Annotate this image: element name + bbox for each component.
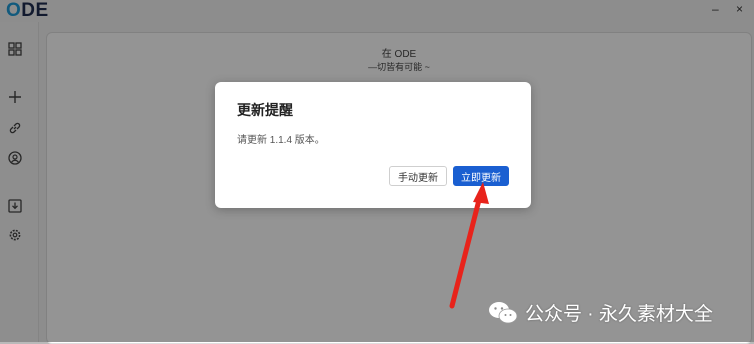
red-arrow-annotation [449, 182, 489, 309]
wechat-icon [489, 301, 518, 323]
watermark: 公众号 · 永久素材大全 [488, 299, 713, 326]
watermark-text: 公众号 · 永久素材大全 [525, 304, 713, 325]
